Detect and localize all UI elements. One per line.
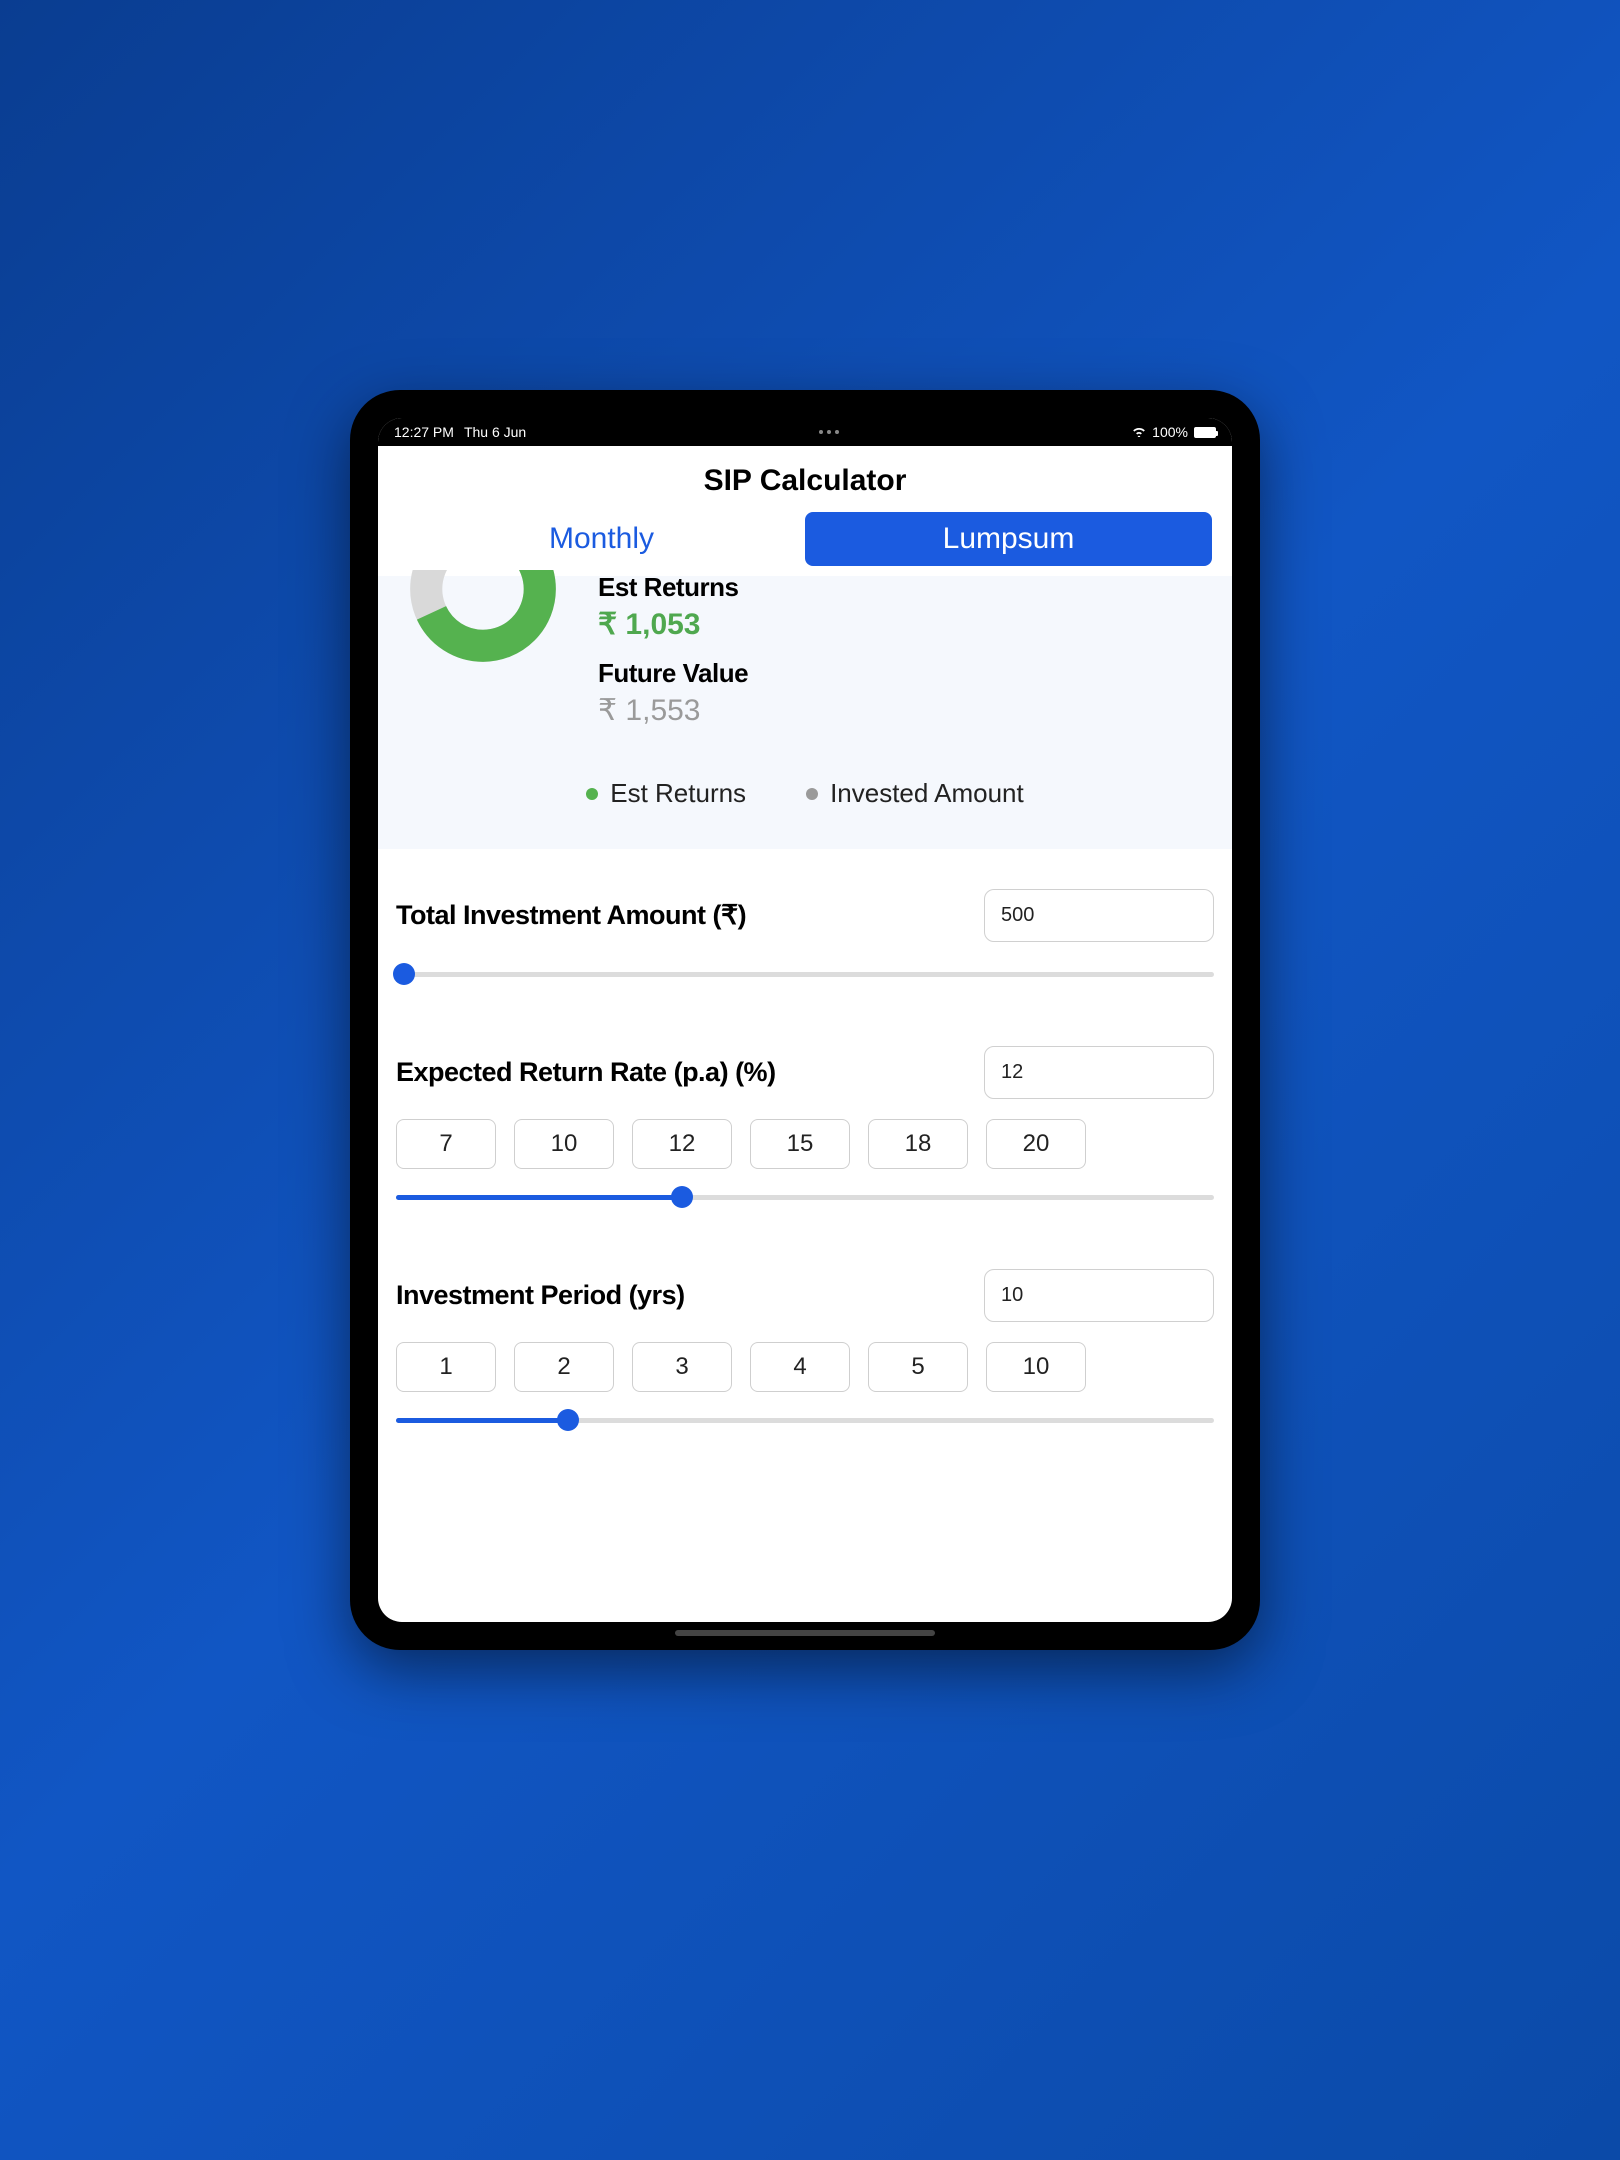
period-label: Investment Period (yrs) bbox=[396, 1280, 685, 1311]
tablet-frame: 12:27 PM Thu 6 Jun 100% SIP Calculator M… bbox=[350, 390, 1260, 1650]
home-indicator[interactable] bbox=[675, 1630, 935, 1636]
investment-input[interactable]: 500 bbox=[984, 889, 1214, 942]
legend-invested-label: Invested Amount bbox=[830, 778, 1024, 809]
investment-block: Total Investment Amount (₹) 500 bbox=[396, 889, 1214, 986]
legend-returns: Est Returns bbox=[586, 778, 746, 809]
investment-slider[interactable] bbox=[396, 962, 1214, 986]
legend-invested: Invested Amount bbox=[806, 778, 1024, 809]
status-bar: 12:27 PM Thu 6 Jun 100% bbox=[378, 418, 1232, 446]
status-battery-text: 100% bbox=[1152, 424, 1188, 440]
tab-monthly[interactable]: Monthly bbox=[398, 512, 805, 566]
battery-icon bbox=[1194, 427, 1216, 438]
status-dots bbox=[819, 430, 839, 434]
preset-18[interactable]: 18 bbox=[868, 1119, 968, 1169]
preset-10[interactable]: 10 bbox=[514, 1119, 614, 1169]
return-rate-label: Expected Return Rate (p.a) (%) bbox=[396, 1057, 776, 1088]
period-input[interactable]: 10 bbox=[984, 1269, 1214, 1322]
period-presets: 1 2 3 4 5 10 bbox=[396, 1342, 1214, 1392]
screen: 12:27 PM Thu 6 Jun 100% SIP Calculator M… bbox=[378, 418, 1232, 1622]
future-value-amount: ₹ 1,553 bbox=[598, 693, 748, 728]
est-returns-label: Est Returns bbox=[598, 572, 748, 603]
preset-7[interactable]: 7 bbox=[396, 1119, 496, 1169]
tab-lumpsum[interactable]: Lumpsum bbox=[805, 512, 1212, 566]
controls: Total Investment Amount (₹) 500 Expected… bbox=[378, 849, 1232, 1452]
investment-label: Total Investment Amount (₹) bbox=[396, 900, 746, 931]
period-block: Investment Period (yrs) 10 1 2 3 4 5 10 bbox=[396, 1269, 1214, 1432]
dot-green-icon bbox=[586, 788, 598, 800]
preset-20[interactable]: 20 bbox=[986, 1119, 1086, 1169]
summary-card: Est Returns ₹ 1,053 Future Value ₹ 1,553… bbox=[378, 576, 1232, 849]
preset-12[interactable]: 12 bbox=[632, 1119, 732, 1169]
return-rate-block: Expected Return Rate (p.a) (%) 12 7 10 1… bbox=[396, 1046, 1214, 1209]
preset-p5[interactable]: 5 bbox=[868, 1342, 968, 1392]
preset-p10[interactable]: 10 bbox=[986, 1342, 1086, 1392]
future-value-label: Future Value bbox=[598, 658, 748, 689]
status-date: Thu 6 Jun bbox=[464, 424, 526, 440]
preset-p1[interactable]: 1 bbox=[396, 1342, 496, 1392]
status-time: 12:27 PM bbox=[394, 424, 454, 440]
tabs: Monthly Lumpsum bbox=[378, 512, 1232, 576]
donut-chart bbox=[408, 570, 558, 670]
preset-p3[interactable]: 3 bbox=[632, 1342, 732, 1392]
period-slider[interactable] bbox=[396, 1408, 1214, 1432]
return-rate-slider[interactable] bbox=[396, 1185, 1214, 1209]
preset-p2[interactable]: 2 bbox=[514, 1342, 614, 1392]
page-title: SIP Calculator bbox=[378, 446, 1232, 512]
dot-gray-icon bbox=[806, 788, 818, 800]
est-returns-value: ₹ 1,053 bbox=[598, 607, 748, 642]
return-rate-presets: 7 10 12 15 18 20 bbox=[396, 1119, 1214, 1169]
chart-legend: Est Returns Invested Amount bbox=[408, 778, 1202, 809]
wifi-icon bbox=[1132, 427, 1146, 437]
return-rate-input[interactable]: 12 bbox=[984, 1046, 1214, 1099]
preset-15[interactable]: 15 bbox=[750, 1119, 850, 1169]
preset-p4[interactable]: 4 bbox=[750, 1342, 850, 1392]
legend-returns-label: Est Returns bbox=[610, 778, 746, 809]
